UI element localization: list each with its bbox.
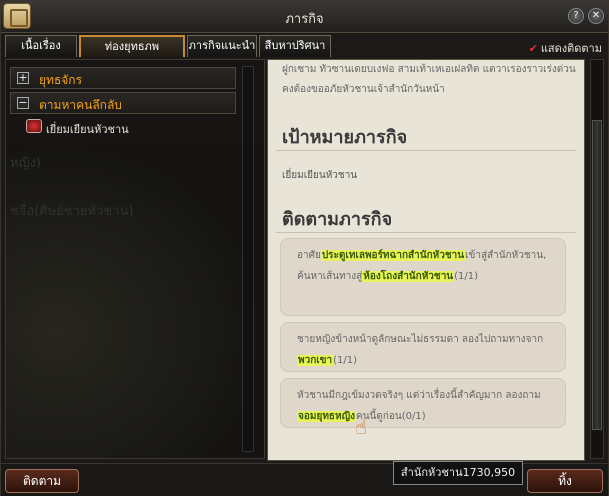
step-progress: (1/1) — [454, 271, 479, 282]
step-link[interactable]: ประตูเทเลพอร์ทฉากสำนักหัวชาน — [320, 250, 466, 261]
step-text: ชายหญิงข้างหน้าดูลักษณะไม่ธรรมดา ลองไปถา… — [297, 334, 544, 345]
quest-marker-icon — [26, 119, 42, 133]
title-bar[interactable]: ภารกิจ ? ✕ — [1, 1, 608, 33]
hand-cursor-icon: ☝ — [355, 415, 368, 439]
left-panel-background — [6, 140, 264, 458]
tab-wander[interactable]: ท่องยุทธภพ — [79, 35, 185, 57]
quest-tree-panel: หญิง) ชจื่อ(ศิษย์ชายหัวชาน) + ยุทธจักร −… — [5, 59, 265, 459]
help-icon[interactable]: ? — [568, 8, 584, 24]
background-text: หญิง) — [10, 156, 42, 171]
quest-detail-panel: ฝูกเซาม ทัวซานเดยบเงฟอ สามเท้าเหเอเฝลทิต… — [267, 59, 585, 461]
step-text: อาศัย — [297, 250, 321, 261]
quest-step: ชายหญิงข้างหน้าดูลักษณะไม่ธรรมดา ลองไปถา… — [280, 322, 566, 372]
tree-category-label: ตามหาคนลึกลับ — [39, 98, 122, 112]
quest-window: ภารกิจ ? ✕ เนื้อเรื่อง ท่องยุทธภพ ภารกิจ… — [0, 0, 609, 496]
tree-category-mystery[interactable]: − ตามหาคนลึกลับ — [10, 92, 236, 114]
window-title: ภารกิจ — [285, 12, 324, 27]
step-link[interactable]: พวกเขา — [297, 355, 334, 366]
goal-text: เยี่ยมเยียนหัวชาน — [282, 170, 358, 181]
tab-recommended[interactable]: ภารกิจแนะนำ — [187, 35, 257, 57]
quest-step: อาศัยประตูเทเลพอร์ทฉากสำนักหัวชานเข้าสู่… — [280, 238, 566, 316]
divider — [276, 232, 576, 233]
check-icon: ✔ — [528, 42, 538, 55]
quest-intro-text: ฝูกเซาม ทัวซานเดยบเงฟอ สามเท้าเหเอเฝลทิต… — [282, 64, 576, 95]
left-scrollbar[interactable] — [242, 66, 254, 452]
step-link[interactable]: ห้องโถงสำนักหัวชาน — [362, 271, 455, 282]
goal-heading: เป้าหมายภารกิจ — [282, 127, 408, 148]
right-scrollbar[interactable] — [590, 59, 604, 459]
tab-mystery[interactable]: สืบหาปริศนา — [259, 35, 331, 57]
tracking-heading: ติดตามภารกิจ — [282, 209, 393, 230]
step-text: หัวชานมีกฎเข้มงวดจริงๆ แต่ว่าเรื่องนี้สำ… — [297, 390, 541, 401]
location-tooltip: สำนักหัวชาน1730,950 — [393, 461, 523, 485]
show-tracking-toggle[interactable]: ✔ แสดงติดตาม — [529, 39, 602, 57]
background-text: ชจื่อ(ศิษย์ชายหัวชาน) — [10, 204, 134, 219]
step-progress: (1/1) — [333, 355, 358, 366]
tab-story[interactable]: เนื้อเรื่อง — [5, 35, 77, 57]
tree-category-martial[interactable]: + ยุทธจักร — [10, 67, 236, 89]
quest-step: หัวชานมีกฎเข้มงวดจริงๆ แต่ว่าเรื่องนี้สำ… — [280, 378, 566, 428]
track-button[interactable]: ติดตาม — [5, 469, 79, 493]
show-tracking-label: แสดงติดตาม — [540, 42, 602, 55]
quest-list-item[interactable]: เยี่ยมเยียนหัวชาน — [46, 120, 129, 138]
scroll-thumb[interactable] — [592, 120, 602, 430]
expand-icon[interactable]: + — [17, 72, 29, 84]
close-icon[interactable]: ✕ — [588, 8, 604, 24]
abandon-button[interactable]: ทิ้ง — [527, 469, 603, 493]
collapse-icon[interactable]: − — [17, 97, 29, 109]
tree-category-label: ยุทธจักร — [39, 73, 83, 87]
divider — [276, 150, 576, 151]
step-link[interactable]: จอมยุทธหญิง — [297, 411, 357, 422]
